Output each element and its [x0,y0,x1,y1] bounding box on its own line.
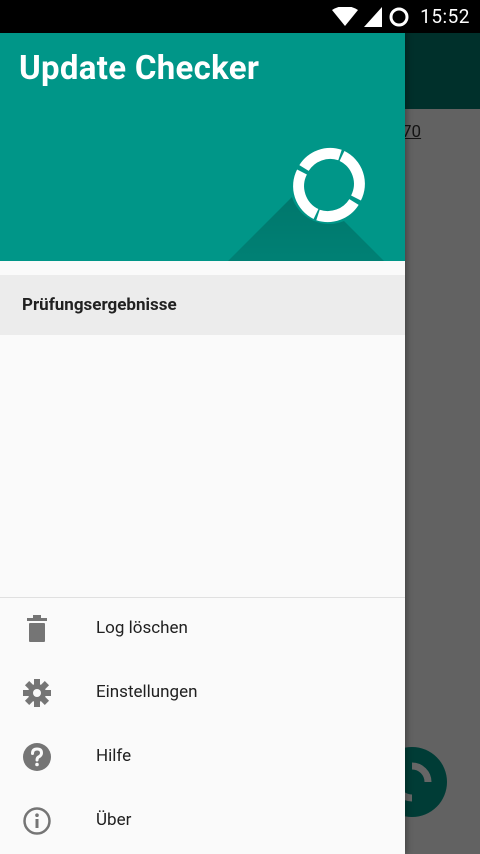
nav-item-pruefungsergebnisse[interactable]: Prüfungsergebnisse [0,275,405,335]
menu-item-label: Einstellungen [96,682,198,702]
cellular-signal-icon [364,6,383,27]
navigation-drawer: Update Checker Prüfungsergebnisse Log lö… [0,33,405,854]
trash-icon [27,615,47,642]
drawer-header: Update Checker [0,33,405,261]
app-logo-icon [290,146,368,224]
menu-item-einstellungen[interactable]: Einstellungen [0,662,405,724]
menu-item-label: Hilfe [96,746,132,766]
wifi-icon [332,6,359,26]
info-icon [23,807,51,835]
alarm-ring-icon [389,7,409,26]
status-time: 15:52 [420,5,470,28]
gear-icon [23,679,51,707]
menu-item-log-loeschen[interactable]: Log löschen [0,598,405,660]
menu-item-label: Über [96,810,132,830]
app-title: Update Checker [19,49,260,88]
help-icon [23,743,51,771]
menu-item-label: Log löschen [96,618,188,638]
status-bar: 15:52 [0,0,480,33]
menu-item-ueber[interactable]: Über [0,790,405,852]
nav-item-label: Prüfungsergebnisse [22,295,177,315]
menu-item-hilfe[interactable]: Hilfe [0,726,405,788]
